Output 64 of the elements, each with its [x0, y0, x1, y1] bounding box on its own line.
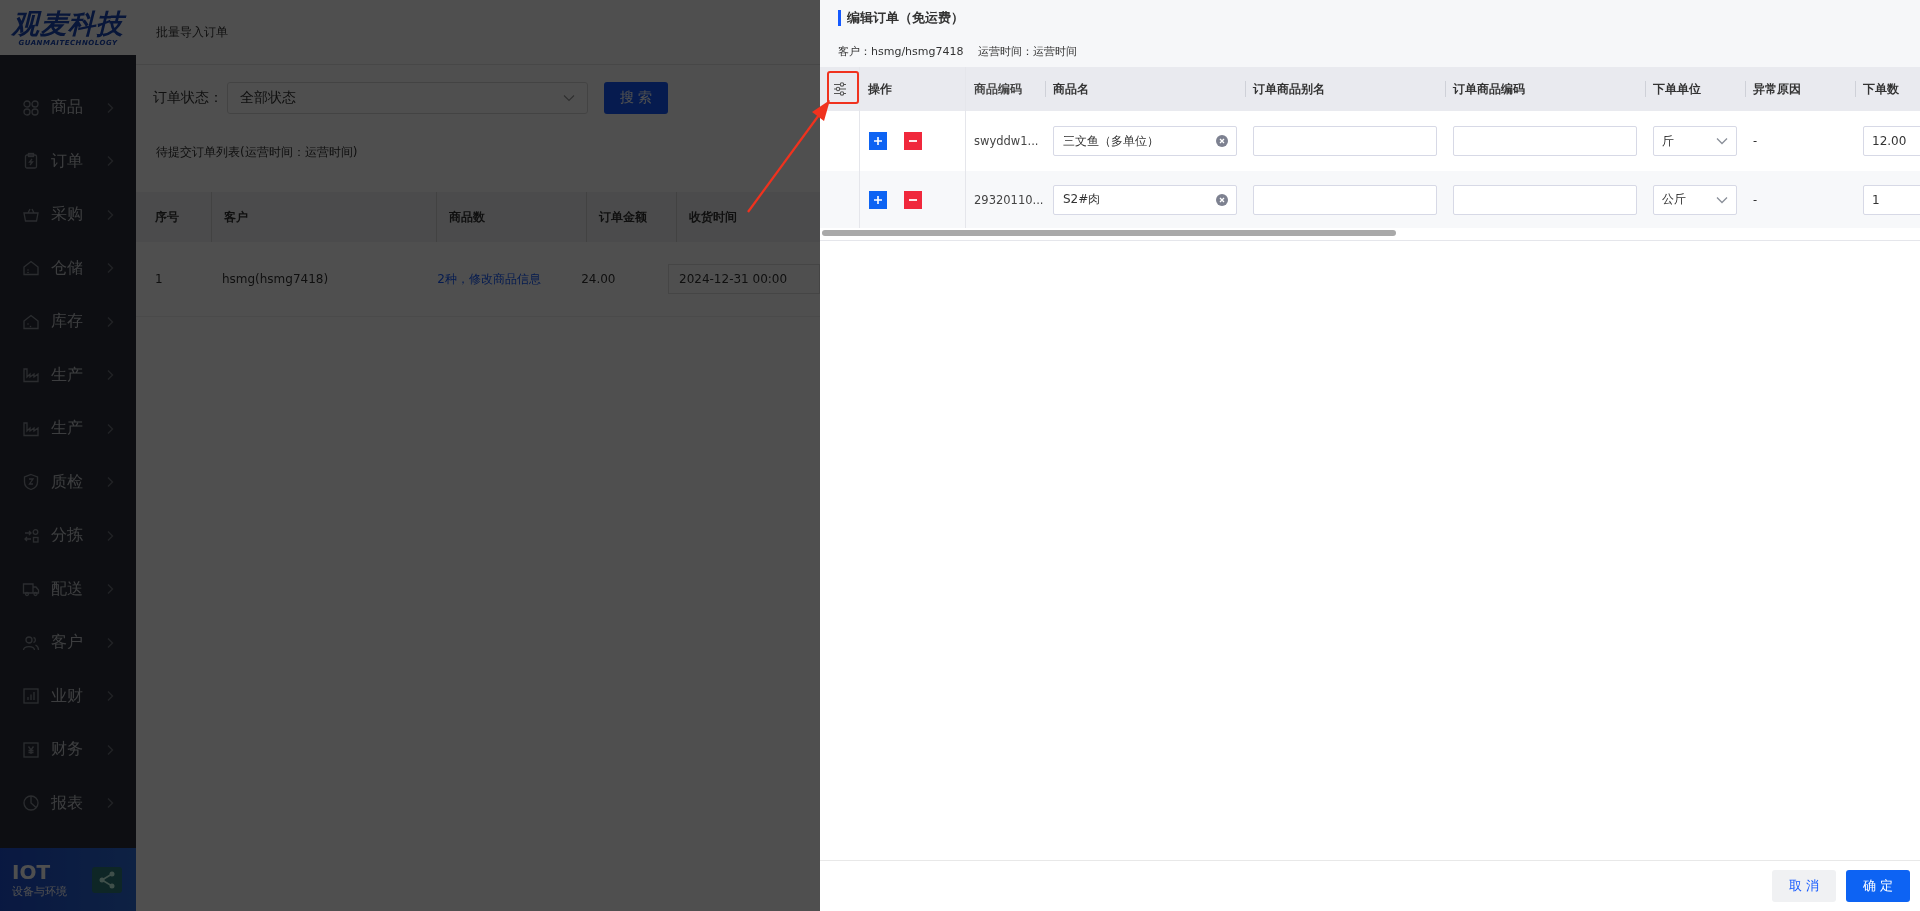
product-name-field[interactable]: 三文鱼（多单位） — [1053, 126, 1237, 156]
table-cell-text: 1 — [154, 271, 164, 288]
chevron-down-icon — [1716, 195, 1728, 204]
pie-chart-icon — [22, 794, 40, 813]
add-row-button[interactable] — [869, 132, 887, 150]
unit-select[interactable]: 斤 — [1653, 126, 1737, 156]
quantity-input[interactable]: 12.00 — [1863, 126, 1920, 156]
alias-input[interactable] — [1253, 184, 1437, 215]
clear-icon — [1216, 135, 1228, 147]
column-header: 序号 — [154, 208, 180, 226]
alias-input[interactable] — [1253, 126, 1437, 156]
column-header: 收货时间 — [676, 192, 820, 242]
product-name-field[interactable]: S2#肉 — [1053, 184, 1237, 215]
search-button[interactable]: 搜 索 — [604, 82, 668, 114]
house-icon — [22, 312, 40, 331]
clear-icon — [1216, 193, 1228, 206]
table-cell-text: 24.00 — [580, 271, 617, 288]
plus-icon — [874, 137, 882, 145]
edit-items-link[interactable]: 2种，修改商品信息 — [437, 270, 541, 288]
scrollbar-thumb[interactable] — [822, 230, 1396, 236]
chevron-down-icon — [563, 94, 575, 102]
date-field[interactable]: 2024-12-31 00:00 — [668, 264, 820, 294]
column-header: 订单金额 — [586, 192, 676, 242]
order-code-input[interactable] — [1453, 184, 1637, 215]
share-node-icon — [90, 864, 124, 895]
filter-label: 订单状态： — [153, 89, 223, 107]
plus-icon — [874, 195, 882, 204]
add-row-button[interactable] — [869, 190, 887, 209]
table-cell-text: 29320110... — [973, 191, 1045, 209]
confirm-button[interactable]: 确 定 — [1846, 870, 1910, 902]
operating-time-info: 运营时间：运营时间 — [977, 44, 1077, 59]
promo-title: IOT — [12, 860, 52, 884]
cancel-button[interactable]: 取 消 — [1772, 870, 1836, 902]
minus-icon — [909, 137, 917, 145]
table-cell-text: hsmg(hsmg7418) — [220, 271, 330, 288]
column-header: 商品编码 — [973, 80, 1023, 98]
remove-row-button[interactable] — [904, 132, 922, 150]
highlight-box — [827, 71, 859, 104]
remove-row-button[interactable] — [904, 190, 922, 209]
clipboard-icon — [22, 152, 40, 171]
people-icon — [22, 633, 40, 652]
column-header: 商品数 — [436, 192, 586, 242]
bar-chart-icon — [22, 687, 40, 706]
drawer-title: 编辑订单（免运费） — [838, 10, 1920, 26]
swap-icon — [22, 526, 40, 545]
table-cell-text: - — [1752, 133, 1759, 150]
status-select[interactable]: 全部状态 — [227, 82, 588, 114]
house-icon — [22, 259, 40, 278]
truck-icon — [22, 580, 40, 599]
factory-icon — [22, 419, 40, 438]
order-code-input[interactable] — [1453, 126, 1637, 156]
unit-select[interactable]: 公斤 — [1653, 184, 1737, 215]
factory-icon — [22, 366, 40, 385]
table-cell-text: swyddw1... — [973, 133, 1040, 150]
settings-sliders-icon — [831, 81, 848, 97]
chevron-down-icon — [1716, 137, 1728, 145]
list-title: 待提交订单列表(运营时间：运营时间) — [156, 144, 358, 161]
column-header: 客户 — [211, 192, 436, 242]
shield-icon — [22, 473, 40, 492]
yen-icon — [22, 740, 40, 759]
grid-icon — [22, 98, 40, 117]
customer-info: 客户：hsmg/hsmg7418 — [838, 44, 964, 59]
table-cell-text: - — [1752, 191, 1759, 209]
quantity-input[interactable]: 1 — [1863, 184, 1920, 215]
